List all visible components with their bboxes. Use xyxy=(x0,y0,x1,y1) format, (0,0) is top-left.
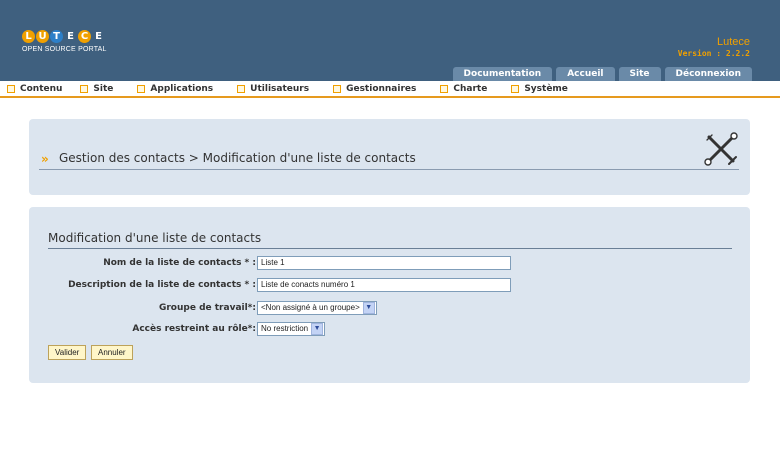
lutece-logo[interactable]: L U T E C E OPEN SOURCE PORTAL xyxy=(22,30,107,53)
role-selected-value: No restriction xyxy=(261,324,309,333)
page-breadcrumb: Gestion des contacts > Modification d'un… xyxy=(59,151,416,165)
title-divider xyxy=(39,169,739,170)
logo-letter: C xyxy=(78,30,91,43)
header-bar: L U T E C E OPEN SOURCE PORTAL Lutece Ve… xyxy=(0,0,780,81)
menu-item-contenu[interactable]: Contenu xyxy=(7,81,62,96)
menu-item-label: Système xyxy=(524,83,568,94)
field-row-name: Nom de la liste de contacts * : Liste 1 xyxy=(29,256,750,270)
top-tabs: Documentation Accueil Site Déconnexion xyxy=(452,67,752,81)
workgroup-selected-value: <Non assigné à un groupe> xyxy=(261,303,360,312)
tools-icon xyxy=(704,132,738,166)
workgroup-label: Groupe de travail*: xyxy=(158,303,256,313)
menu-item-charte[interactable]: Charte xyxy=(440,81,487,96)
logo-letter: E xyxy=(95,31,102,42)
workgroup-select[interactable]: <Non assigné à un groupe> ▼ xyxy=(257,301,377,315)
field-row-description: Description de la liste de contacts * : … xyxy=(29,278,750,292)
form-title: Modification d'une liste de contacts xyxy=(48,231,262,245)
form-divider xyxy=(48,248,732,249)
validate-button[interactable]: Valider xyxy=(48,345,87,360)
menu-item-applications[interactable]: Applications xyxy=(137,81,213,96)
app-title: Lutece xyxy=(716,36,750,48)
tab-deconnexion[interactable]: Déconnexion xyxy=(664,67,752,81)
folder-icon xyxy=(440,84,449,93)
app-version: Version : 2.2.2 xyxy=(677,49,750,58)
description-input[interactable]: Liste de conacts numéro 1 xyxy=(257,278,511,292)
logo-letter: L xyxy=(22,30,35,43)
menu-item-site[interactable]: Site xyxy=(80,81,113,96)
cancel-button[interactable]: Annuler xyxy=(91,345,133,360)
logo-letter: T xyxy=(50,30,63,43)
folder-icon xyxy=(333,84,342,93)
chevron-down-icon[interactable]: ▼ xyxy=(362,302,375,314)
field-row-workgroup: Groupe de travail*: <Non assigné à un gr… xyxy=(29,301,750,315)
name-input[interactable]: Liste 1 xyxy=(257,256,511,270)
menu-item-label: Charte xyxy=(453,83,488,94)
tab-site[interactable]: Site xyxy=(618,67,661,81)
description-label: Description de la liste de contacts * : xyxy=(68,280,256,290)
folder-icon xyxy=(137,84,146,93)
logo-letter: E xyxy=(67,31,74,42)
double-arrow-icon: » xyxy=(41,152,49,166)
chevron-down-icon[interactable]: ▼ xyxy=(311,323,324,335)
role-label: Accès restreint au rôle*: xyxy=(132,324,256,334)
main-menu: Contenu Site Applications Utilisateurs G… xyxy=(0,81,780,98)
tab-accueil[interactable]: Accueil xyxy=(556,67,615,81)
logo-letter: U xyxy=(36,30,49,43)
menu-item-utilisateurs[interactable]: Utilisateurs xyxy=(237,81,309,96)
menu-item-label: Contenu xyxy=(20,83,63,94)
folder-icon xyxy=(80,84,89,93)
logo-letters: L U T E C E xyxy=(22,30,107,43)
name-label: Nom de la liste de contacts * : xyxy=(103,258,256,268)
folder-icon xyxy=(7,84,15,93)
menu-item-label: Applications xyxy=(150,83,214,94)
field-row-role: Accès restreint au rôle*: No restriction… xyxy=(29,322,750,336)
folder-icon xyxy=(511,84,520,93)
menu-item-label: Site xyxy=(93,83,114,94)
menu-item-label: Gestionnaires xyxy=(346,83,417,94)
logo-subtitle: OPEN SOURCE PORTAL xyxy=(22,46,107,53)
folder-icon xyxy=(237,84,246,93)
role-select[interactable]: No restriction ▼ xyxy=(257,322,326,336)
title-panel: » Gestion des contacts > Modification d'… xyxy=(29,119,750,195)
menu-item-label: Utilisateurs xyxy=(250,83,310,94)
menu-item-systeme[interactable]: Système xyxy=(511,81,568,96)
tab-documentation[interactable]: Documentation xyxy=(452,67,553,81)
menu-item-gestionnaires[interactable]: Gestionnaires xyxy=(333,81,416,96)
form-panel: Modification d'une liste de contacts Nom… xyxy=(29,207,750,383)
